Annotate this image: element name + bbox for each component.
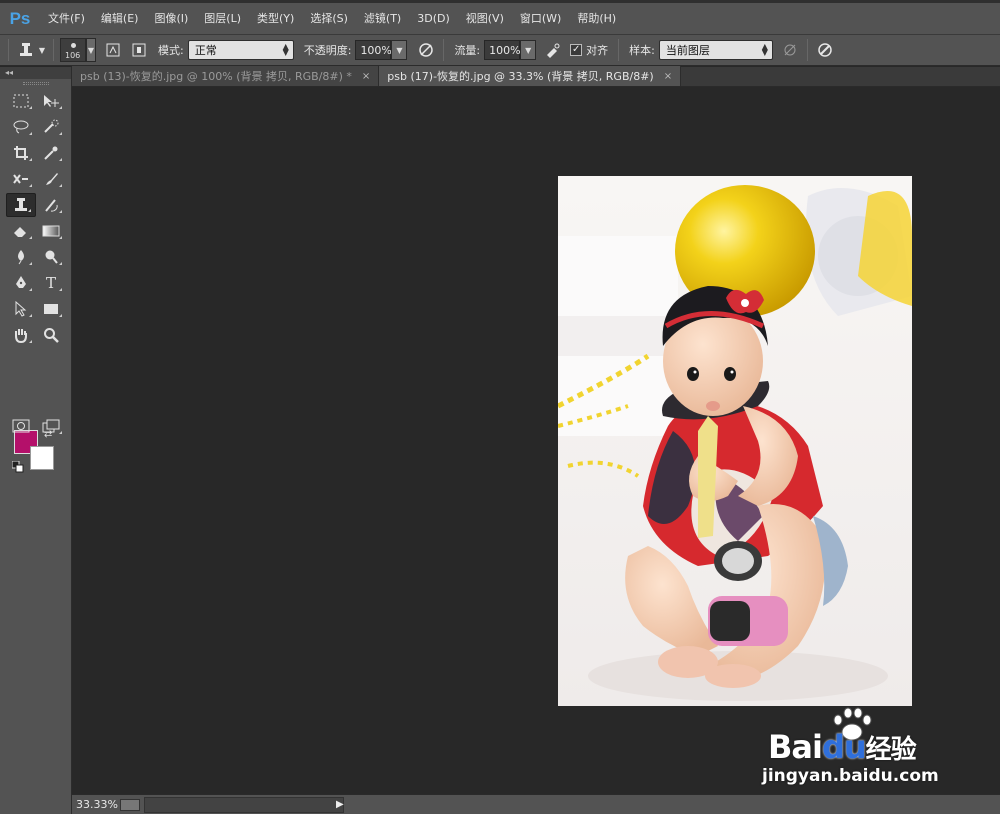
watermark-brand: Bai: [768, 728, 823, 766]
menu-bar: Ps 文件(F) 编辑(E) 图像(I) 图层(L) 类型(Y) 选择(S) 滤…: [0, 0, 1000, 34]
menu-edit[interactable]: 编辑(E): [93, 4, 147, 34]
clone-stamp-tool-icon[interactable]: [6, 193, 36, 217]
default-colors-icon[interactable]: [11, 460, 24, 476]
hand-tool-icon[interactable]: [6, 323, 36, 347]
updown-arrow-icon: ▲ ▼: [761, 42, 768, 57]
blur-tool-icon[interactable]: [6, 245, 36, 269]
document-image[interactable]: [558, 176, 912, 706]
close-icon[interactable]: ×: [664, 71, 672, 82]
sample-value: 当前图层: [665, 44, 710, 57]
close-icon[interactable]: ×: [362, 71, 370, 82]
document-tab-active[interactable]: psb (17)-恢复的.jpg @ 33.3% (背景 拷贝, RGB/8#)…: [379, 66, 682, 86]
photoshop-logo: Ps: [9, 8, 31, 28]
eraser-tool-icon[interactable]: [6, 219, 36, 243]
menu-view[interactable]: 视图(V): [458, 4, 512, 34]
document-info[interactable]: [144, 796, 344, 813]
tab-title: psb (17)-恢复的.jpg @ 33.3% (背景 拷贝, RGB/8#): [387, 70, 654, 83]
document-tab[interactable]: psb (13)-恢复的.jpg @ 100% (背景 拷贝, RGB/8#) …: [72, 66, 380, 86]
divider: [443, 39, 445, 61]
divider: [53, 39, 54, 61]
tab-title: psb (13)-恢复的.jpg @ 100% (背景 拷贝, RGB/8#) …: [80, 70, 352, 83]
pen-tool-icon[interactable]: [6, 271, 36, 295]
flow-input[interactable]: 100%: [484, 40, 521, 60]
screen-mode-icon[interactable]: [36, 414, 66, 438]
brush-size: 106: [65, 51, 81, 60]
menu-select[interactable]: 选择(S): [302, 4, 356, 34]
type-tool-icon[interactable]: T: [36, 271, 66, 295]
menu-help[interactable]: 帮助(H): [569, 4, 624, 34]
menu-type[interactable]: 类型(Y): [249, 4, 302, 34]
divider: [618, 39, 620, 61]
opacity-input[interactable]: 100%: [355, 40, 392, 60]
menu-3d[interactable]: 3D(D): [409, 4, 458, 34]
options-grip: [8, 39, 9, 61]
ignore-adjustment-layers-icon[interactable]: [779, 39, 801, 61]
watermark-du-icon: du: [821, 728, 867, 766]
watermark-url: jingyan.baidu.com: [762, 766, 939, 786]
quick-selection-tool-icon[interactable]: [36, 115, 66, 139]
menu-file[interactable]: 文件(F): [40, 4, 93, 34]
brush-panel-icon[interactable]: [102, 39, 124, 61]
flow-slider-button[interactable]: ▼: [520, 40, 537, 60]
healing-brush-tool-icon[interactable]: [6, 167, 36, 191]
updown-arrow-icon: ▲ ▼: [282, 42, 289, 57]
opacity-label: 不透明度:: [303, 44, 352, 57]
dodge-tool-icon[interactable]: [36, 245, 66, 269]
align-checkbox[interactable]: ✓: [570, 44, 583, 56]
watermark-brand-cn: 经验: [865, 735, 917, 765]
tools-panel: ◂◂ T ⇄: [0, 67, 72, 814]
history-brush-tool-icon[interactable]: [36, 193, 66, 217]
clone-stamp-preset-icon[interactable]: [15, 39, 37, 61]
baidu-jingyan-watermark: Baidu经验 jingyan.baidu.com: [762, 706, 982, 796]
panel-grip[interactable]: [22, 82, 49, 85]
divider: [806, 39, 808, 61]
airbrush-icon[interactable]: [542, 39, 564, 61]
status-bar: 33.33% ▶: [72, 794, 1000, 814]
marquee-tool-icon[interactable]: [6, 89, 36, 113]
opacity-slider-button[interactable]: ▼: [391, 40, 408, 60]
align-label: 对齐: [586, 44, 609, 57]
mode-value: 正常: [194, 44, 217, 57]
chevron-down-icon[interactable]: ▼: [37, 39, 47, 61]
sample-label: 样本:: [629, 44, 655, 57]
zoom-level[interactable]: 33.33%: [72, 798, 120, 811]
brush-tool-icon[interactable]: [36, 167, 66, 191]
lasso-tool-icon[interactable]: [6, 115, 36, 139]
brush-tip-icon: [71, 43, 76, 48]
menu-filter[interactable]: 滤镜(T): [356, 4, 409, 34]
rectangle-tool-icon[interactable]: [36, 297, 66, 321]
sample-select[interactable]: 当前图层 ▲ ▼: [658, 40, 773, 60]
menu-window[interactable]: 窗口(W): [512, 4, 569, 34]
background-color-swatch[interactable]: [30, 446, 54, 470]
zoom-tool-icon[interactable]: [36, 323, 66, 347]
brush-dropdown-button[interactable]: ▼: [86, 38, 96, 62]
document-tabs: psb (13)-恢复的.jpg @ 100% (背景 拷贝, RGB/8#) …: [72, 66, 1000, 87]
gradient-tool-icon[interactable]: [36, 219, 66, 243]
eyedropper-tool-icon[interactable]: [36, 141, 66, 165]
pressure-size-icon[interactable]: [814, 39, 836, 61]
mode-label: 模式:: [158, 44, 184, 57]
clone-source-panel-icon[interactable]: [128, 39, 150, 61]
collapse-panel-icon[interactable]: ◂◂: [0, 67, 71, 79]
play-icon[interactable]: ▶: [336, 799, 344, 810]
pressure-opacity-icon[interactable]: [415, 39, 437, 61]
path-selection-tool-icon[interactable]: [6, 297, 36, 321]
options-bar: ▼ 106 ▼ 模式: 正常 ▲ ▼ 不透明度: 100% ▼ 流量: 100% …: [0, 34, 1000, 66]
brush-preset-picker[interactable]: 106: [60, 38, 86, 62]
canvas-workspace[interactable]: [72, 88, 1000, 794]
menu-image[interactable]: 图像(I): [146, 4, 196, 34]
menu-layer[interactable]: 图层(L): [196, 4, 249, 34]
flow-label: 流量:: [454, 44, 481, 57]
quick-mask-icon[interactable]: [6, 414, 36, 438]
export-icon[interactable]: [120, 798, 140, 811]
move-tool-icon[interactable]: [36, 89, 66, 113]
mode-select[interactable]: 正常 ▲ ▼: [187, 40, 294, 60]
crop-tool-icon[interactable]: [6, 141, 36, 165]
